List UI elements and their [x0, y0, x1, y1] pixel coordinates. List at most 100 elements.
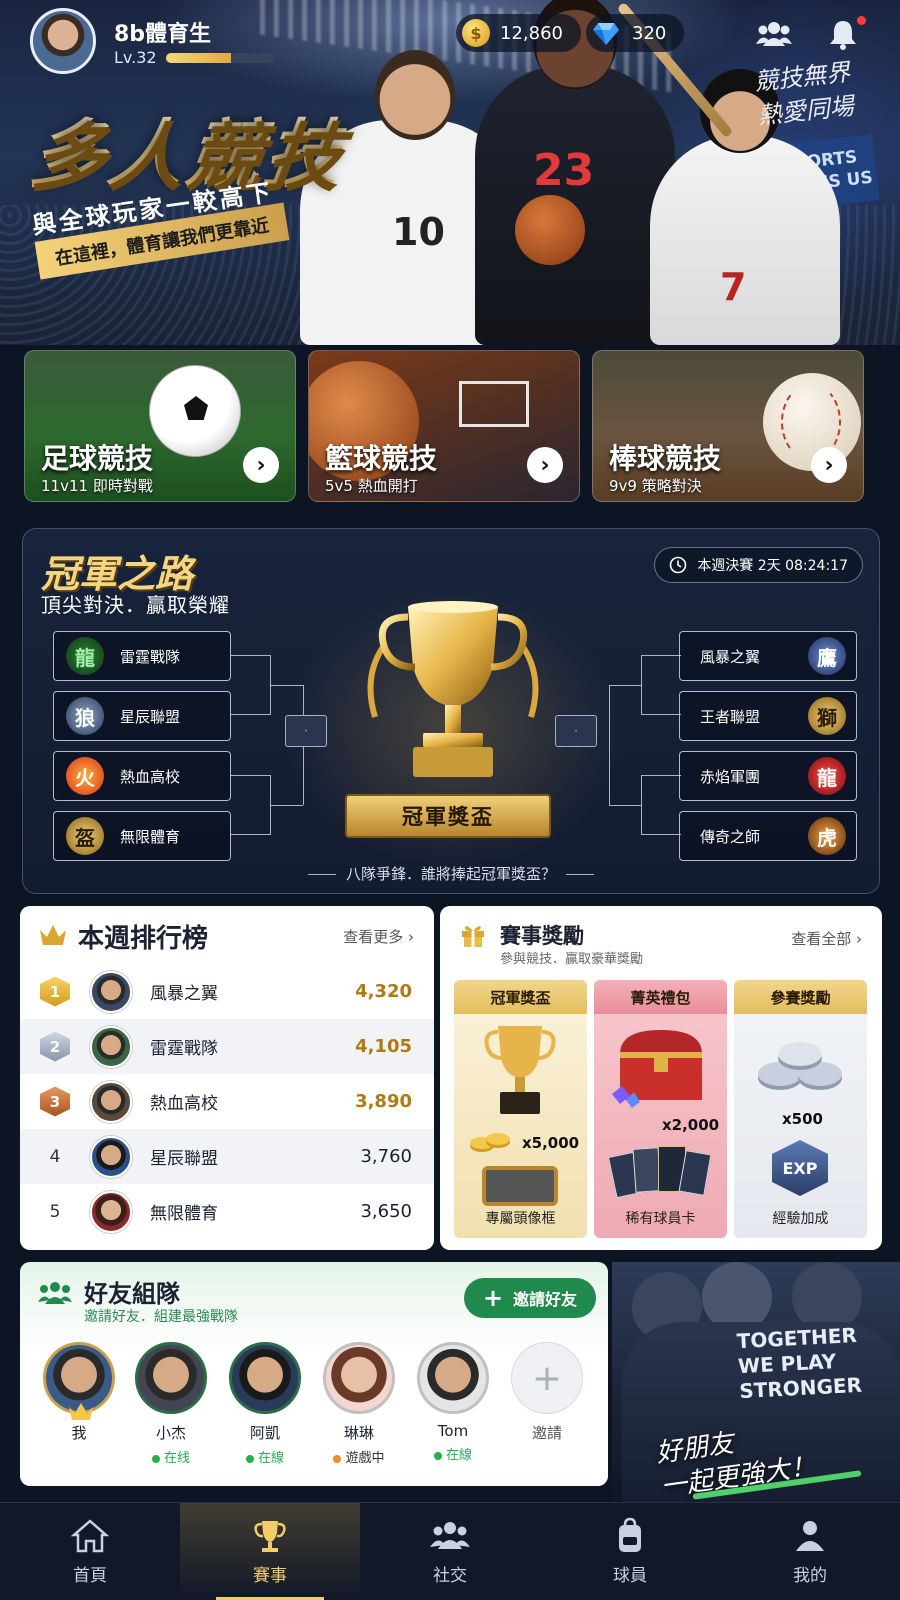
go-arrow-button[interactable]: › — [811, 447, 847, 483]
reward-card-elite-pack[interactable]: 菁英禮包 x2,000 稀有球員卡 — [594, 980, 727, 1238]
avatar — [229, 1342, 301, 1414]
avatar — [90, 970, 132, 1013]
basketball-jersey-number: 23 — [533, 145, 595, 196]
reward-label: 經驗加成 — [772, 1211, 829, 1227]
invite-friends-button[interactable]: + 邀請好友 — [464, 1278, 596, 1318]
coin-stack-icon — [470, 1133, 510, 1152]
friend-item-me[interactable]: 我 — [34, 1342, 124, 1443]
dragon-logo-icon: 龍 — [66, 637, 104, 675]
in-game-dot-icon — [333, 1454, 342, 1463]
trophy-plaque: 冠軍獎盃 — [345, 794, 551, 838]
backpack-icon — [619, 1517, 641, 1552]
friend-name: 阿凱 — [249, 1424, 280, 1442]
sport-card-soccer[interactable]: 足球競技 11v11 即時對戰 › — [24, 350, 296, 502]
team-name: 傳奇之師 — [700, 827, 761, 846]
nav-label: 社交 — [433, 1566, 467, 1586]
team-photo-banner: TOGETHER WE PLAY STRONGER 好朋友 一起更強大！ — [612, 1262, 900, 1502]
exp-badge-label: EXP — [782, 1158, 818, 1178]
lion-logo-icon: 獅 — [808, 697, 846, 735]
avatar — [90, 1080, 132, 1123]
nav-events[interactable]: 賽事 — [180, 1503, 360, 1600]
team-name: 星辰聯盟 — [120, 707, 181, 726]
reward-card-participation[interactable]: 參賽獎勵 x500 EXP 經驗加成 — [734, 980, 867, 1238]
ranking-row[interactable]: 3 熱血高校 3,890 — [20, 1074, 434, 1129]
bracket-team[interactable]: 盔 無限體育 — [53, 811, 231, 861]
friend-item[interactable]: Tom 在線 — [408, 1342, 498, 1463]
ranking-row[interactable]: 1 風暴之翼 4,320 — [20, 964, 434, 1019]
rank-number: 4 — [49, 1146, 61, 1167]
nav-profile[interactable]: 我的 — [720, 1503, 900, 1600]
crown-icon — [40, 925, 66, 945]
friend-name: 我 — [71, 1424, 87, 1442]
user-level: Lv.32 — [114, 48, 157, 67]
friend-item[interactable]: 小杰 在线 — [126, 1342, 216, 1466]
treasure-chest-icon — [612, 1030, 702, 1108]
diamond-icon — [593, 23, 619, 45]
team-name: 熱血高校 — [120, 767, 181, 786]
semifinal-slot: · — [285, 715, 327, 747]
notification-button[interactable] — [828, 16, 866, 50]
go-arrow-button[interactable]: › — [527, 447, 563, 483]
friends-icon[interactable] — [756, 18, 792, 50]
avatar — [135, 1342, 207, 1414]
ranking-row[interactable]: 4 星辰聯盟 3,760 — [20, 1129, 434, 1184]
ranking-more-link[interactable]: 查看更多 › — [343, 926, 414, 947]
user-avatar[interactable] — [30, 8, 96, 74]
gem-balance[interactable]: 320 — [586, 14, 685, 52]
bracket-subtitle: 頂尖對決．贏取榮耀 — [41, 593, 230, 617]
gold-medal-icon: 1 — [40, 976, 70, 1007]
wolf-logo-icon: 狼 — [66, 697, 104, 735]
rewards-more-link[interactable]: 查看全部 › — [791, 928, 862, 949]
flame-logo-icon: 火 — [66, 757, 104, 795]
weekly-ranking-panel: 本週排行榜 查看更多 › 1 風暴之翼 4,320 2 雷霆戰隊 4,105 3… — [20, 906, 434, 1250]
reward-card-champion[interactable]: 冠軍獎盃 x5,000 專屬頭像框 — [454, 980, 587, 1238]
friend-status: 在线 — [126, 1447, 216, 1466]
bracket-team[interactable]: 龍 雷霆戰隊 — [53, 631, 231, 681]
friend-status-label: 在線 — [257, 1451, 284, 1466]
team-name: 無限體育 — [120, 827, 181, 846]
avatar — [43, 1342, 115, 1420]
gift-icon — [462, 926, 484, 947]
coin-balance[interactable]: $ 12,860 — [456, 14, 581, 52]
sport-card-title: 籃球競技 — [325, 442, 438, 475]
bracket-line — [641, 775, 681, 835]
ranking-more-label: 查看更多 — [343, 928, 404, 946]
reward-card-header: 菁英禮包 — [594, 980, 727, 1014]
reward-quantity: x5,000 — [522, 1134, 580, 1152]
bracket-team[interactable]: 狼 星辰聯盟 — [53, 691, 231, 741]
bracket-team[interactable]: 赤焰軍團 龍 — [679, 751, 857, 801]
rank-number: 1 — [49, 982, 61, 1001]
go-arrow-button[interactable]: › — [243, 447, 279, 483]
nav-social[interactable]: 社交 — [360, 1503, 540, 1600]
bottom-navigation: 首頁 賽事 社交 球員 我的 — [0, 1502, 900, 1600]
rank-score: 4,105 — [355, 1036, 412, 1057]
rank-team-name: 雷霆戰隊 — [150, 1039, 218, 1059]
sport-card-subtitle: 9v9 策略對決 — [609, 477, 702, 495]
nav-label: 球員 — [613, 1566, 647, 1586]
avatar-frame-icon — [482, 1166, 558, 1206]
bracket-team[interactable]: 火 熱血高校 — [53, 751, 231, 801]
bracket-team[interactable]: 傳奇之師 虎 — [679, 811, 857, 861]
countdown-text: 本週決賽 2天 08:24:17 — [697, 558, 848, 574]
rank-team-name: 無限體育 — [150, 1204, 218, 1224]
reward-card-header: 冠軍獎盃 — [454, 980, 587, 1014]
rank-number: 3 — [49, 1092, 61, 1111]
bracket-team[interactable]: 風暴之翼 鷹 — [679, 631, 857, 681]
friend-item[interactable]: 琳琳 遊戲中 — [314, 1342, 404, 1466]
bracket-team[interactable]: 王者聯盟 獅 — [679, 691, 857, 741]
nav-players[interactable]: 球員 — [540, 1503, 720, 1600]
ranking-row[interactable]: 2 雷霆戰隊 4,105 — [20, 1019, 434, 1074]
sport-card-basketball[interactable]: 籃球競技 5v5 熱血開打 › — [308, 350, 580, 502]
friends-team-panel: 好友組隊 邀請好友．組建最強戰隊 + 邀請好友 我 小杰 在线 阿凱 在線 琳琳… — [20, 1262, 608, 1486]
rank-team-name: 星辰聯盟 — [150, 1149, 218, 1169]
ranking-row[interactable]: 5 無限體育 3,650 — [20, 1184, 434, 1239]
online-dot-icon — [433, 1451, 442, 1460]
add-friend-slot[interactable]: + 邀請 — [502, 1342, 592, 1443]
friend-item[interactable]: 阿凱 在線 — [220, 1342, 310, 1466]
nav-home[interactable]: 首頁 — [0, 1503, 180, 1600]
username: 8b體育生 — [114, 22, 212, 47]
reward-quantity: x2,000 — [662, 1116, 720, 1134]
trophy-icon — [367, 601, 539, 777]
sport-card-baseball[interactable]: 棒球競技 9v9 策略對決 › — [592, 350, 864, 502]
trophy-icon — [484, 1026, 556, 1114]
